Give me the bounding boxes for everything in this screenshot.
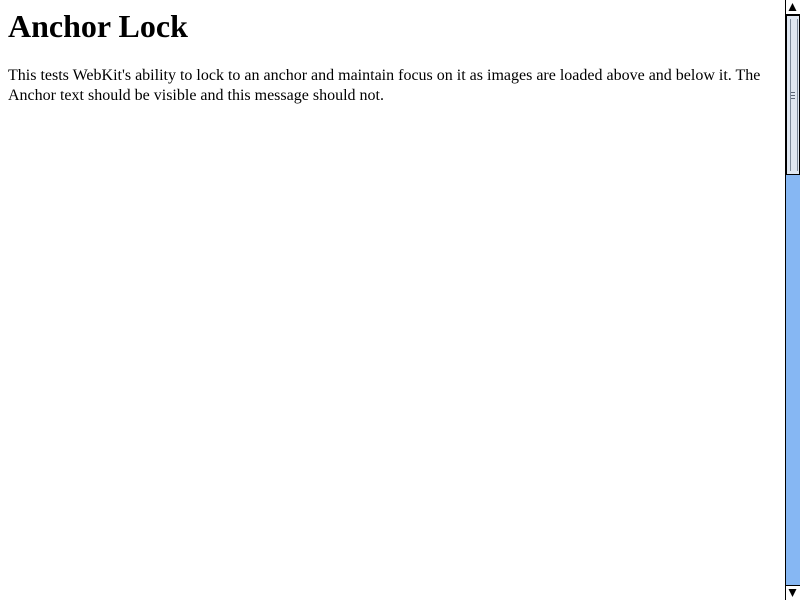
scroll-down-button[interactable] <box>786 585 800 600</box>
scroll-up-button[interactable] <box>786 0 800 15</box>
vertical-scrollbar[interactable] <box>785 0 800 600</box>
up-arrow-icon <box>788 3 797 11</box>
scroll-thumb[interactable] <box>786 15 800 175</box>
thumb-grip-line <box>791 92 795 93</box>
page-description: This tests WebKit's ability to lock to a… <box>8 67 761 104</box>
thumb-grip-line <box>791 95 795 96</box>
thumb-grip-line <box>791 98 795 99</box>
down-arrow-icon <box>788 589 797 597</box>
page-title: Anchor Lock <box>8 8 188 44</box>
scroll-track[interactable] <box>786 15 800 585</box>
page-viewport: Anchor Lock This tests WebKit's ability … <box>0 0 785 600</box>
